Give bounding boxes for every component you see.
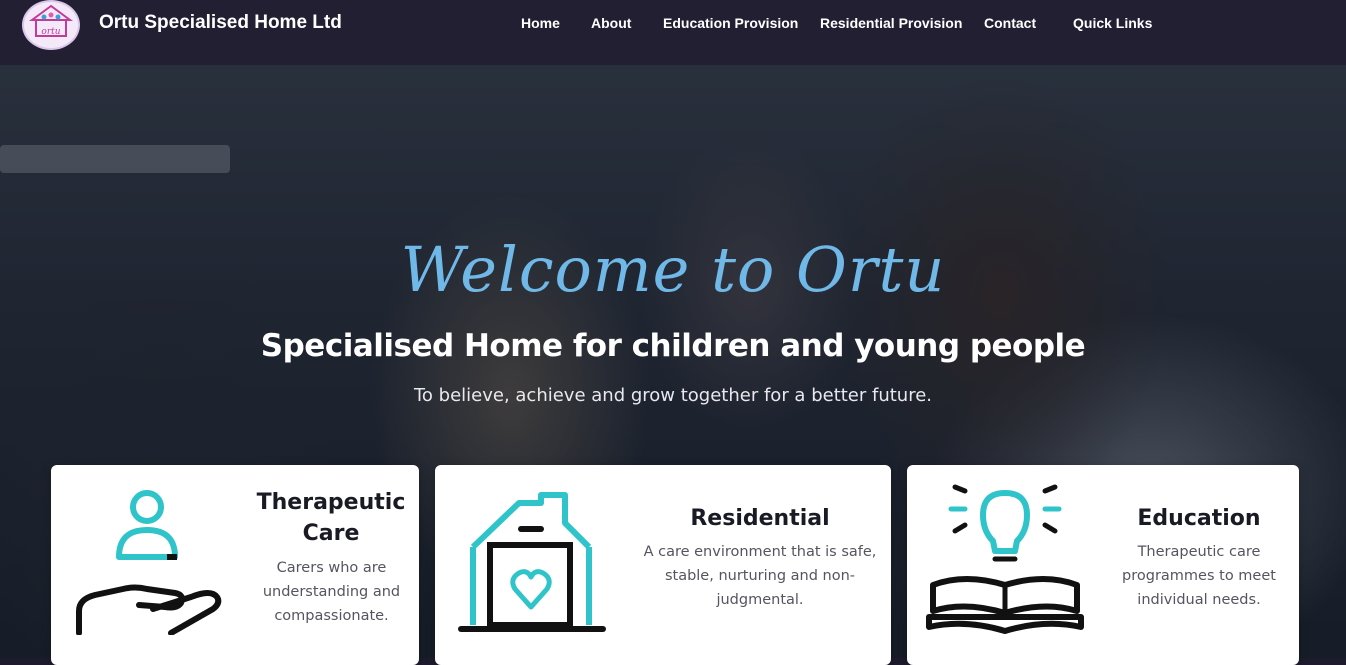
card-title: Education (1137, 506, 1261, 531)
card-text: Therapeutic care programmes to meet indi… (1122, 544, 1276, 608)
card-education[interactable]: Education Therapeutic care programmes to… (907, 465, 1299, 665)
card-text: Carers who are understanding and compass… (262, 560, 401, 624)
top-navbar: ortu Ortu Specialised Home Ltd Home Abou… (0, 0, 1346, 65)
nav-home[interactable]: Home (521, 15, 560, 31)
house-family-logo-icon: ortu (28, 4, 74, 37)
card-title: Therapeutic Care (256, 490, 406, 546)
house-heart-icon (458, 492, 606, 632)
brand-logo[interactable]: ortu (22, 0, 80, 50)
svg-text:ortu: ortu (41, 27, 60, 37)
hero-welcome-heading: Welcome to Ortu (400, 233, 946, 306)
hand-person-icon (76, 490, 222, 635)
nav-residential-provision[interactable]: Residential Provision (820, 15, 962, 31)
card-title: Residential (690, 506, 830, 531)
card-residential[interactable]: Residential A care environment that is s… (435, 465, 891, 665)
card-text: A care environment that is safe, stable,… (643, 544, 877, 608)
book-lightbulb-icon (926, 484, 1084, 634)
nav-education-provision[interactable]: Education Provision (663, 15, 798, 31)
card-therapeutic-care[interactable]: Therapeutic Care Carers who are understa… (51, 465, 419, 665)
nav-quick-links[interactable]: Quick Links (1073, 15, 1152, 31)
nav-contact[interactable]: Contact (984, 15, 1036, 31)
brand-name[interactable]: Ortu Specialised Home Ltd (99, 12, 342, 34)
hero-subtitle: To believe, achieve and grow together fo… (413, 385, 933, 406)
hero-title: Specialised Home for children and young … (260, 328, 1086, 364)
nav-about[interactable]: About (591, 15, 631, 31)
